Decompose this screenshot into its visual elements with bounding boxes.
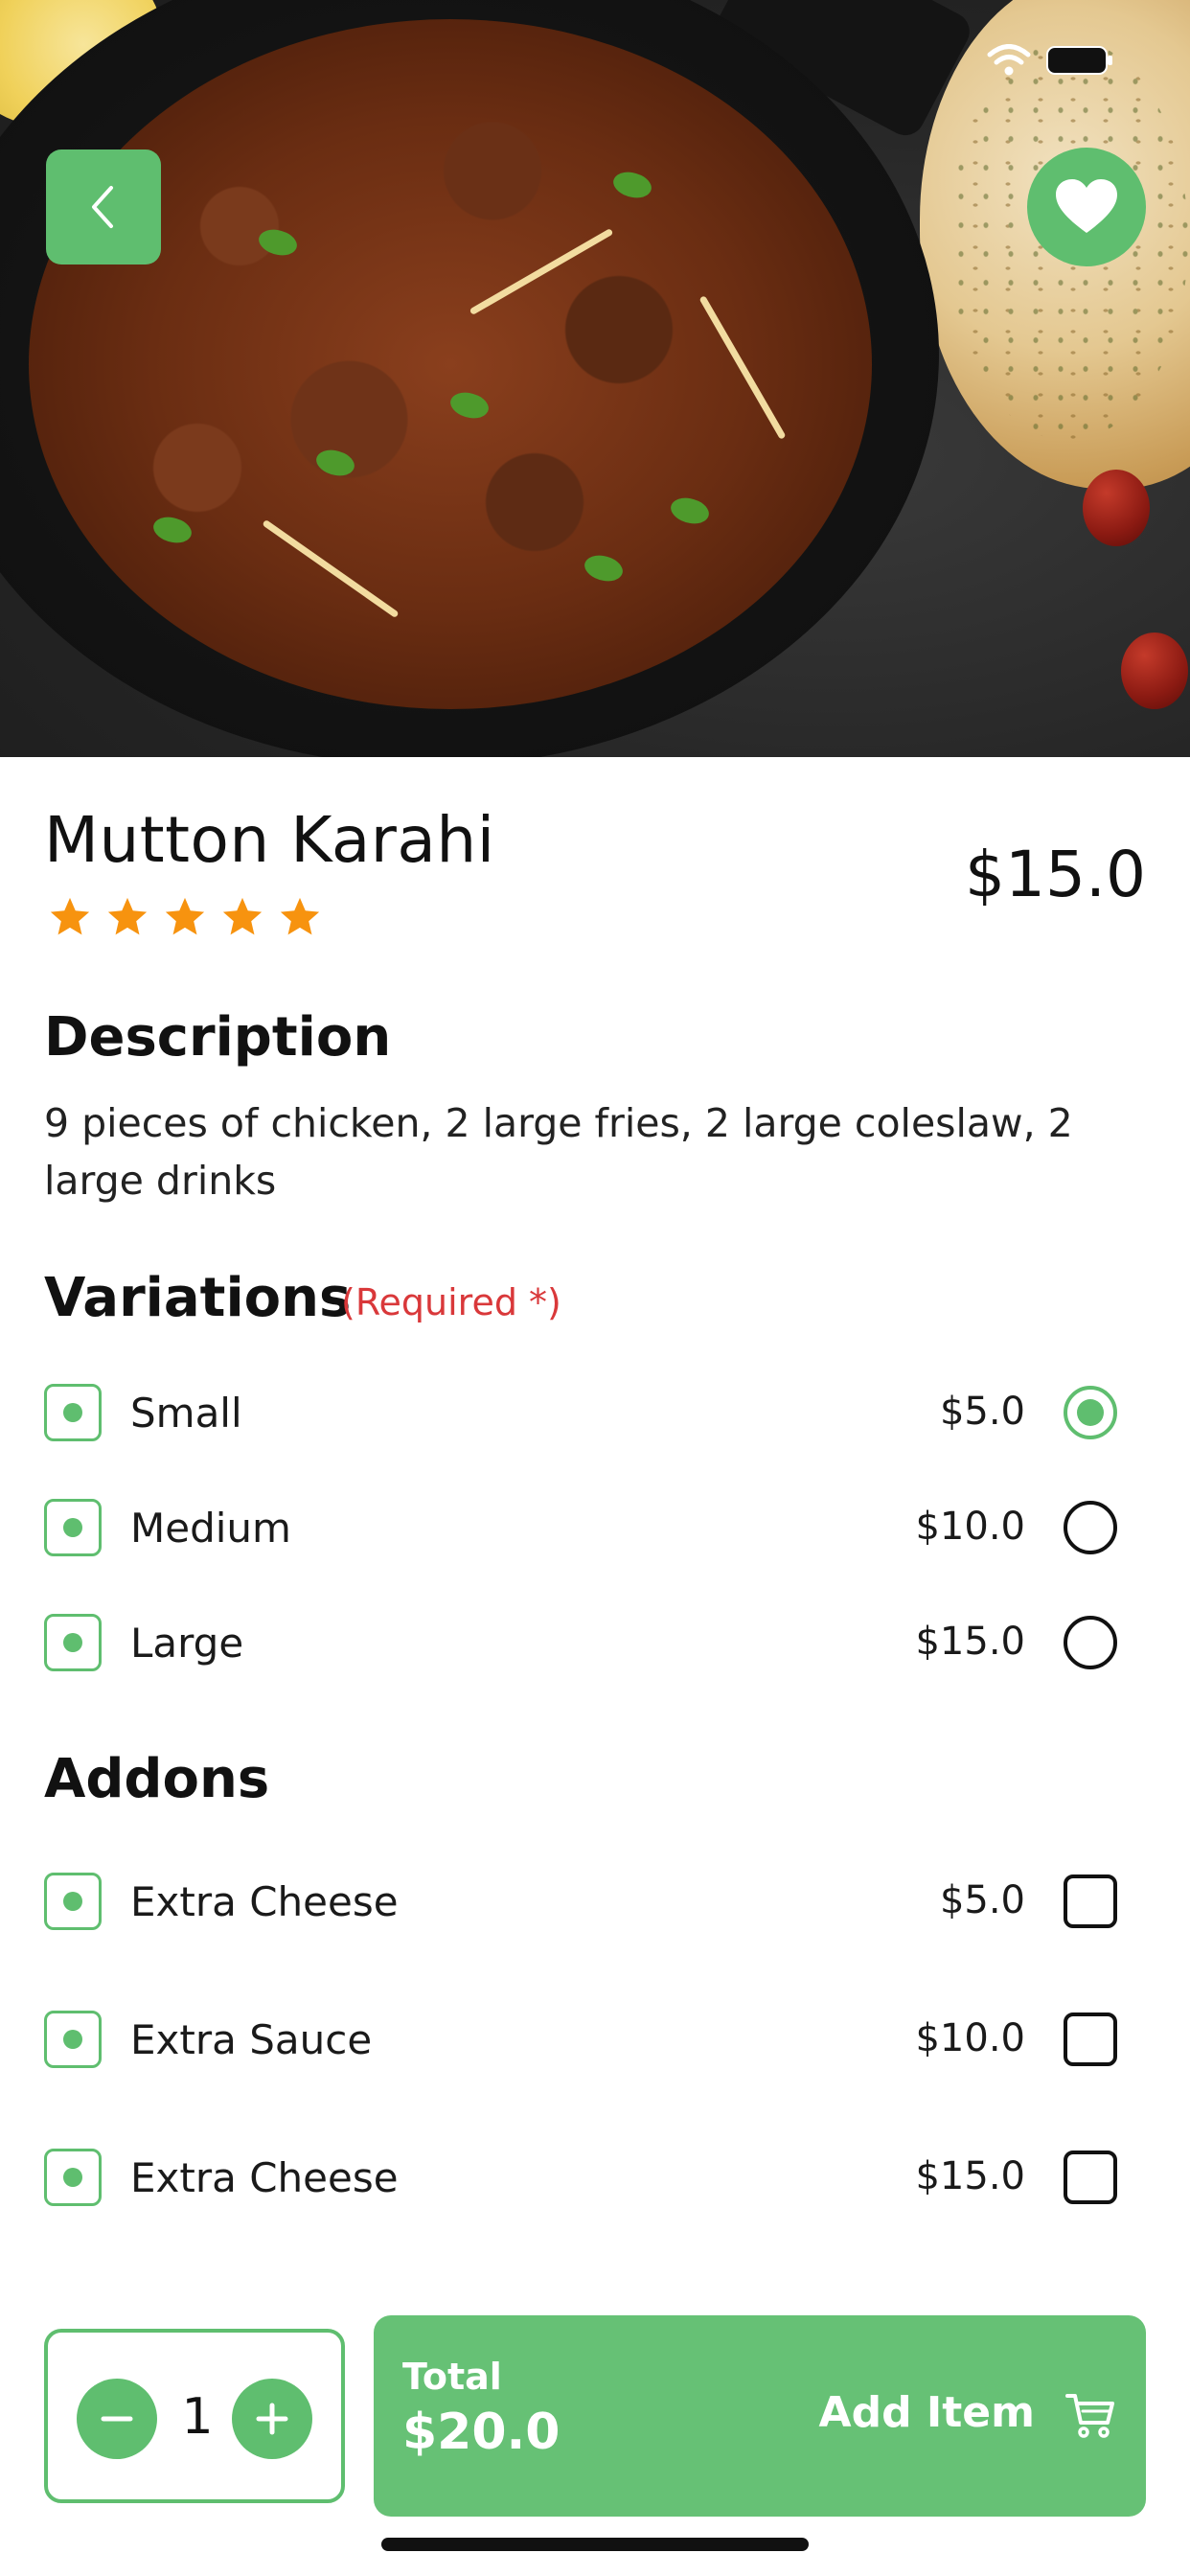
total-value: $20.0 [402,2404,561,2461]
addon-label: Extra Cheese [130,2154,399,2201]
addon-label: Extra Sauce [130,2016,373,2063]
status-bar-icons [987,44,1113,77]
variation-price: $5.0 [939,1390,1025,1434]
star-icon [280,897,320,935]
rating-stars [48,895,322,939]
quantity-stepper: 1 [44,2329,345,2503]
variation-radio[interactable] [1064,1616,1117,1669]
addon-label: Extra Cheese [130,1878,399,1925]
addon-option-extra-cheese[interactable]: Extra Cheese $5.0 [44,1871,1146,1932]
variation-price: $10.0 [915,1505,1025,1549]
quantity-value: 1 [181,2388,214,2446]
veg-mark-icon [44,2011,102,2068]
variation-label: Small [130,1390,242,1437]
add-item-label: Add Item [818,2388,1035,2437]
veg-mark-icon [44,1614,102,1671]
total-label: Total [402,2356,502,2398]
minus-icon [101,2416,133,2422]
increase-quantity-button[interactable] [232,2379,312,2459]
veg-mark-icon [44,1384,102,1441]
battery-icon [1046,46,1112,75]
variation-price: $15.0 [915,1620,1025,1664]
addon-checkbox[interactable] [1064,2150,1117,2204]
heart-icon [1056,179,1117,233]
product-price: $15.0 [965,838,1146,911]
addon-price: $15.0 [915,2154,1025,2198]
star-icon [165,897,205,935]
variation-option-medium[interactable]: Medium $10.0 [44,1497,1146,1558]
variation-option-large[interactable]: Large $15.0 [44,1612,1146,1673]
variation-option-small[interactable]: Small $5.0 [44,1382,1146,1443]
back-button[interactable] [46,150,161,264]
addon-option-extra-sauce[interactable]: Extra Sauce $10.0 [44,2009,1146,2070]
decrease-quantity-button[interactable] [77,2379,157,2459]
veg-mark-icon [44,1873,102,1930]
product-hero-image [0,0,1190,757]
curry-dish [29,19,872,709]
variation-label: Medium [130,1505,291,1552]
plus-icon [256,2403,288,2435]
addon-price: $5.0 [939,1878,1025,1922]
product-title: Mutton Karahi [44,803,495,877]
chevron-left-icon [92,186,113,228]
variation-radio[interactable] [1064,1386,1117,1439]
addon-checkbox[interactable] [1064,1874,1117,1928]
addons-title: Addons [44,1748,270,1810]
addon-price: $10.0 [915,2016,1025,2060]
veg-mark-icon [44,1499,102,1556]
description-title: Description [44,1006,392,1069]
variation-label: Large [130,1620,244,1667]
home-indicator [381,2538,809,2551]
required-label: (Required *) [341,1281,561,1323]
cart-icon [1065,2394,1114,2438]
addon-checkbox[interactable] [1064,2012,1117,2066]
star-icon [50,897,90,935]
star-icon [222,897,263,935]
veg-mark-icon [44,2149,102,2206]
variation-radio[interactable] [1064,1501,1117,1554]
variations-title: Variations [44,1267,352,1329]
addon-option-extra-cheese-2[interactable]: Extra Cheese $15.0 [44,2147,1146,2208]
favorite-button[interactable] [1027,148,1146,266]
star-icon [107,897,148,935]
add-item-button[interactable]: Total $20.0 Add Item [374,2315,1146,2517]
wifi-icon [987,44,1031,76]
description-text: 9 pieces of chicken, 2 large fries, 2 la… [44,1100,1073,1204]
